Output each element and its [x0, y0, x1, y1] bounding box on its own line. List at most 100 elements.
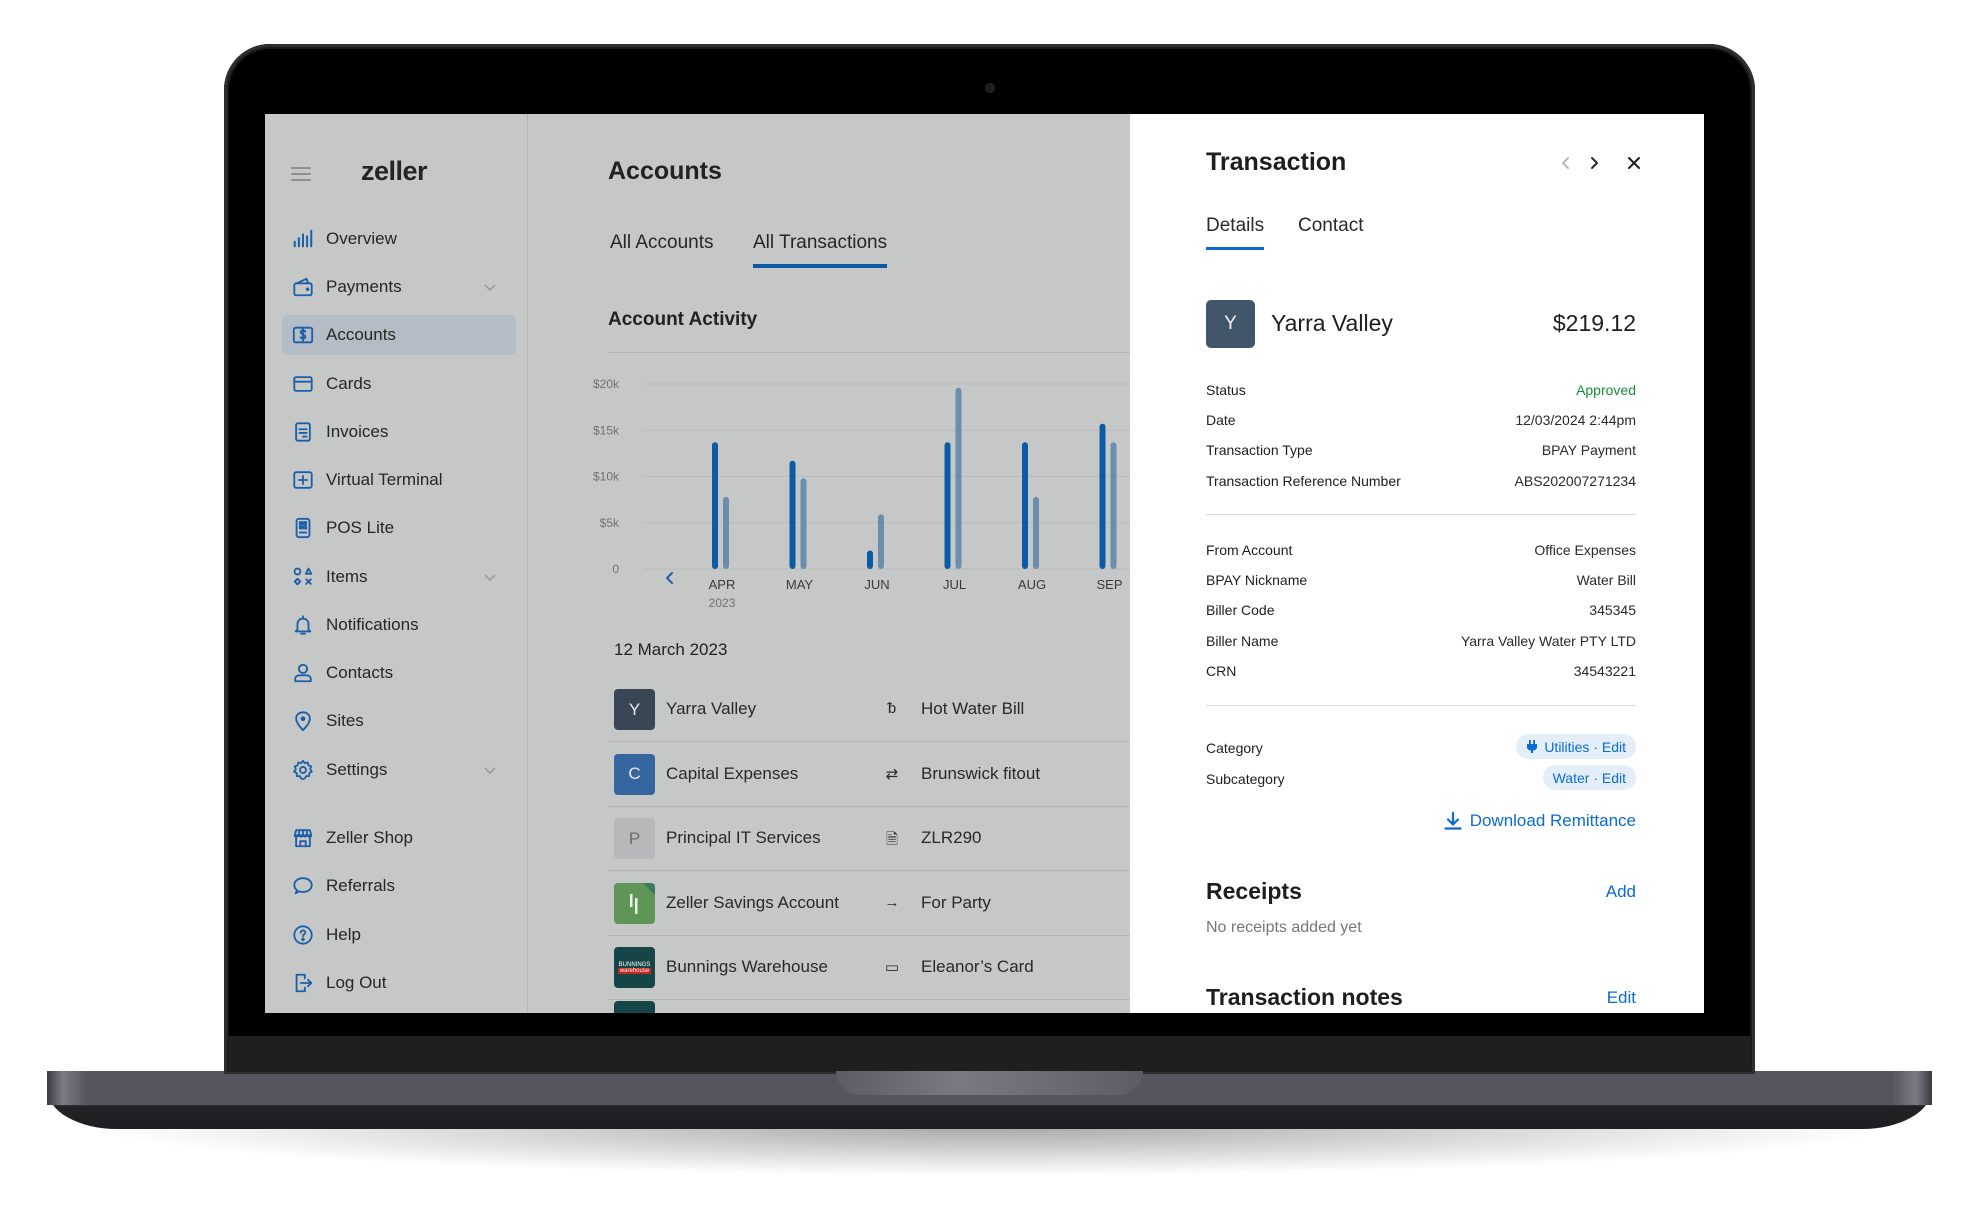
- tab-all-accounts[interactable]: All Accounts: [610, 232, 714, 264]
- screen: zeller Overview Payments Accounts Cards Invo…: [265, 114, 1704, 1013]
- sidebar-item-items[interactable]: Items: [282, 557, 516, 597]
- x-tick-label: SEP: [1096, 577, 1122, 592]
- sidebar-item-notifications[interactable]: Notifications: [282, 605, 516, 645]
- detail-label: Status: [1206, 382, 1246, 398]
- sidebar-item-help[interactable]: Help: [282, 915, 516, 955]
- pos-icon: [292, 517, 314, 539]
- transaction-name: Capital Expenses: [666, 763, 799, 783]
- sidebar-item-accounts[interactable]: Accounts: [282, 315, 516, 355]
- chevron-down-icon[interactable]: [482, 279, 498, 295]
- edit-notes-link[interactable]: Edit: [1607, 988, 1636, 1008]
- download-remittance-button[interactable]: Download Remittance: [1444, 811, 1636, 831]
- transaction-row[interactable]: BUNNINGS warehouse Bunnings Warehouse ▭ Elea…: [608, 936, 1131, 1000]
- chart-svg: 0 $5k $10k $15k $20k APR 2023 MAY JUN JUL AUG SEP: [593, 377, 1131, 610]
- sidebar-item-cards[interactable]: Cards: [282, 364, 516, 404]
- items-icon: [292, 566, 314, 588]
- detail-row-transaction-reference-number: Transaction Reference Number ABS202007271…: [1206, 473, 1636, 495]
- sidebar-item-sites[interactable]: Sites: [282, 701, 516, 741]
- divider: [1206, 514, 1636, 515]
- detail-row-date: Date 12/03/2024 2:44pm: [1206, 412, 1636, 434]
- sidebar-item-label: Log Out: [326, 973, 387, 992]
- sidebar-item-zeller-shop[interactable]: Zeller Shop: [282, 818, 516, 858]
- transaction-avatar: C: [614, 753, 655, 795]
- chevron-right-icon: [1591, 157, 1598, 169]
- tab-all-transactions[interactable]: All Transactions: [753, 232, 888, 268]
- bar-money-in: [1022, 442, 1028, 569]
- download-remittance-label: Download Remittance: [1469, 811, 1636, 830]
- bar-money-out: [800, 478, 807, 569]
- sidebar-item-label: Accounts: [326, 325, 396, 344]
- subcategory-row: Subcategory Water · Edit: [1206, 765, 1636, 793]
- sidebar-item-payments[interactable]: Payments: [282, 267, 516, 307]
- sidebar-item-log-out[interactable]: Log Out: [282, 963, 516, 1003]
- person-icon: [292, 662, 314, 684]
- status-badge: Approved: [1576, 382, 1636, 398]
- detail-row-biller-code: Biller Code 345345: [1206, 602, 1636, 624]
- transaction-avatar: BUNNINGS warehouse: [614, 947, 655, 988]
- chevron-left-icon: [1562, 157, 1569, 169]
- transaction-reference: ZLR290: [921, 828, 982, 847]
- category-label: Category: [1206, 740, 1263, 756]
- bar-money-out: [723, 496, 729, 569]
- add-receipt-link[interactable]: Add: [1606, 882, 1636, 902]
- sidebar-item-label: Zeller Shop: [326, 828, 413, 847]
- sidebar: zeller Overview Payments Accounts Cards Invo…: [265, 114, 528, 1013]
- chevron-down-icon[interactable]: [482, 569, 498, 585]
- transaction-row[interactable]: C Capital Expenses ⇄ Brunswick fitout: [608, 743, 1131, 807]
- transaction-reference: Brunswick fitout: [921, 763, 1041, 783]
- sidebar-item-label: Contacts: [326, 663, 394, 682]
- laptop-base-edge-right: [1892, 1071, 1932, 1105]
- close-button[interactable]: [1623, 152, 1645, 174]
- sidebar-item-label: Invoices: [326, 422, 389, 441]
- sidebar-item-overview[interactable]: Overview: [282, 219, 516, 259]
- bar-money-out: [878, 514, 884, 569]
- previous-transaction-button[interactable]: [1555, 152, 1577, 174]
- sidebar-item-contacts[interactable]: Contacts: [282, 653, 516, 693]
- sidebar-item-pos-lite[interactable]: POS Lite: [282, 508, 516, 548]
- bar-money-in: [944, 442, 951, 569]
- sidebar-item-virtual-terminal[interactable]: Virtual Terminal: [282, 460, 516, 500]
- bar-money-in: [712, 442, 718, 569]
- menu-icon[interactable]: [291, 167, 311, 181]
- detail-row-transaction-type: Transaction Type BPAY Payment: [1206, 442, 1636, 464]
- chat-bubble-icon: [292, 875, 314, 897]
- category-pill[interactable]: Utilities · Edit: [1516, 734, 1636, 759]
- detail-value: Yarra Valley Water PTY LTD: [1460, 632, 1636, 649]
- chevron-left-icon[interactable]: [666, 572, 673, 584]
- sidebar-item-settings[interactable]: Settings: [282, 750, 516, 790]
- merchant-name: Yarra Valley: [1271, 310, 1393, 336]
- tab-contact[interactable]: Contact: [1298, 215, 1363, 247]
- transaction-amount: $219.12: [1552, 310, 1636, 336]
- transaction-reference: Eleanor’s Card: [921, 957, 1034, 976]
- sidebar-item-referrals[interactable]: Referrals: [282, 866, 516, 906]
- detail-row-biller-name: Biller Name Yarra Valley Water PTY LTD: [1206, 633, 1636, 655]
- subcategory-pill[interactable]: Water · Edit: [1542, 765, 1636, 790]
- sidebar-item-label: Cards: [326, 374, 372, 393]
- sidebar-item-invoices[interactable]: Invoices: [282, 412, 516, 452]
- tab-details[interactable]: Details: [1206, 215, 1265, 250]
- x-tick-sublabel: 2023: [709, 596, 736, 610]
- transaction-row[interactable]: Y Yarra Valley ᵬ Hot Water Bill: [608, 678, 1131, 742]
- bar-money-out: [1033, 496, 1039, 569]
- receipts-empty-text: No receipts added yet: [1206, 919, 1362, 936]
- detail-value: 345345: [1589, 602, 1636, 619]
- bpay-icon: ᵬ: [887, 700, 897, 717]
- sidebar-item-label: POS Lite: [326, 518, 395, 537]
- transfer-icon: ⇄: [885, 765, 899, 783]
- detail-row-from-account: From Account Office Expenses: [1206, 542, 1636, 564]
- category-value: Utilities · Edit: [1544, 738, 1626, 755]
- transaction-row[interactable]: P Principal IT Services 🗎 ZLR290: [608, 807, 1131, 871]
- transaction-name: Bunnings Warehouse: [666, 957, 828, 976]
- detail-label: Transaction Reference Number: [1206, 472, 1401, 489]
- chevron-down-icon[interactable]: [482, 762, 498, 778]
- section-divider: [608, 352, 1131, 353]
- bar-chart-icon: [292, 228, 314, 250]
- sidebar-item-label: Virtual Terminal: [326, 470, 443, 489]
- next-transaction-button[interactable]: [1583, 152, 1605, 174]
- avatar-initial: C: [628, 764, 641, 783]
- detail-label: BPAY Nickname: [1206, 572, 1308, 589]
- shop-icon: [292, 827, 314, 849]
- sidebar-item-label: Referrals: [326, 876, 395, 895]
- main-content: Accounts All Accounts All Transactions A…: [529, 114, 1131, 1013]
- transaction-row[interactable]: Zeller Savings Account → For Party: [608, 872, 1131, 936]
